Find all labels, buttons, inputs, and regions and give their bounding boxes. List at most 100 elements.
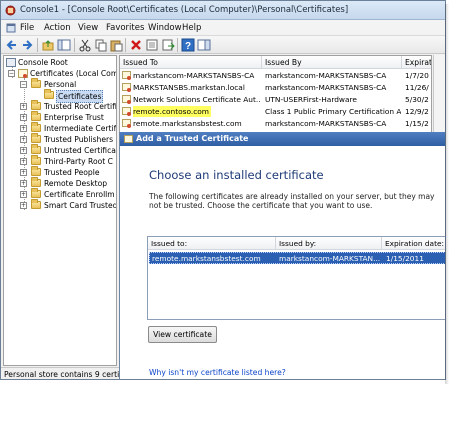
show-tree-icon[interactable]: [57, 38, 71, 52]
up-folder-icon[interactable]: [41, 38, 55, 52]
copy-icon[interactable]: [94, 38, 108, 52]
title-bar[interactable]: Console1 - [Console Root\Certificates (L…: [1, 1, 445, 20]
export-list-icon[interactable]: [161, 38, 175, 52]
folder-icon: [31, 199, 41, 209]
tree-item-personal[interactable]: − Personal: [6, 78, 116, 90]
tree-item-remote-desktop[interactable]: + Remote Desktop: [6, 177, 116, 189]
table-row[interactable]: Network Solutions Certificate Aut... UTN…: [120, 94, 431, 105]
column-issued-by[interactable]: Issued By: [262, 56, 402, 69]
table-row[interactable]: remote.markstansbstest.com markstancom-M…: [120, 118, 431, 129]
tree-item-untrusted[interactable]: + Untrusted Certifica: [6, 144, 116, 156]
menu-window[interactable]: Window: [148, 23, 182, 33]
expand-icon[interactable]: +: [20, 180, 27, 187]
installed-certificates-table: Issued to: Issued by: Expiration date: r…: [147, 236, 445, 320]
cell-issued-by: markstancom-MARKSTANSBS-CA: [265, 119, 387, 128]
tree-item-label: Enterprise Trust: [44, 113, 104, 122]
help-icon[interactable]: ?: [181, 38, 195, 52]
window-title: Console1 - [Console Root\Certificates (L…: [20, 5, 349, 15]
table-row-selected[interactable]: remote.markstansbstest.com markstancom-M…: [149, 252, 445, 264]
why-not-listed-link[interactable]: Why isn't my certificate listed here?: [149, 368, 286, 377]
expand-icon[interactable]: +: [20, 158, 27, 165]
cell-issued-by: markstancom-MARKSTANSBS-CA: [265, 83, 387, 92]
certificate-icon: [122, 83, 131, 92]
forward-icon[interactable]: [20, 38, 34, 52]
menu-favorites[interactable]: Favorites: [106, 23, 144, 33]
properties-icon[interactable]: [145, 38, 159, 52]
tree-item-personal-certificates[interactable]: Certificates: [6, 89, 116, 103]
system-menu-icon[interactable]: [6, 23, 16, 33]
column-expiration[interactable]: Expirat: [402, 56, 431, 69]
tree-item-certificate-enrollment[interactable]: + Certificate Enrollm: [6, 188, 116, 200]
table-header: Issued to: Issued by: Expiration date:: [148, 237, 445, 250]
expand-icon[interactable]: +: [20, 169, 27, 176]
table-row[interactable]: markstancom-MARKSTANSBS-CA markstancom-M…: [120, 70, 431, 81]
show-action-pane-icon[interactable]: [197, 38, 211, 52]
menu-file[interactable]: File: [20, 23, 34, 33]
tree-item-label: Certificate Enrollm: [44, 190, 115, 199]
status-text: Personal store contains 9 certificat: [4, 370, 136, 379]
tree-item-label: Remote Desktop: [44, 179, 108, 188]
column-issued-to[interactable]: Issued To: [120, 56, 262, 69]
expand-icon[interactable]: +: [20, 202, 27, 209]
expand-icon[interactable]: +: [20, 147, 27, 154]
folder-icon: [31, 144, 41, 154]
tree-item-trusted-people[interactable]: + Trusted People: [6, 166, 116, 178]
cell-issued-to: Network Solutions Certificate Aut...: [133, 95, 261, 104]
delete-icon[interactable]: [129, 38, 143, 52]
cut-icon[interactable]: [78, 38, 92, 52]
tree-item-certificates-local[interactable]: − Certificates (Local Com: [6, 68, 116, 79]
certificate-icon: [124, 135, 133, 143]
toolbar-separator: [125, 38, 126, 52]
folder-icon: [31, 111, 41, 121]
tree-item-enterprise-trust[interactable]: + Enterprise Trust: [6, 111, 116, 123]
tree-item-third-party-root[interactable]: + Third-Party Root C: [6, 155, 116, 167]
dialog-title-bar[interactable]: Add a Trusted Certificate: [120, 132, 445, 146]
collapse-icon[interactable]: −: [20, 81, 27, 88]
tree-item-label: Untrusted Certifica: [44, 146, 116, 155]
cell-issued-by: Class 1 Public Primary Certification A..…: [265, 107, 401, 116]
certificates-snapin-icon: [18, 69, 28, 78]
folder-icon: [31, 155, 41, 165]
cell-issued-to-highlighted: remote.contoso.com: [133, 106, 212, 117]
column-issued-to[interactable]: Issued to:: [148, 237, 276, 250]
collapse-icon[interactable]: −: [8, 70, 15, 77]
cell-expiration: 1/15/2: [405, 119, 429, 128]
cell-expiration: 5/30/2: [405, 95, 429, 104]
column-issued-by[interactable]: Issued by:: [276, 237, 382, 250]
table-row[interactable]: MARKSTANSBS.markstan.local markstancom-M…: [120, 82, 431, 93]
tree-item-label: Intermediate Certif: [44, 124, 117, 133]
table-row[interactable]: remote.contoso.com Class 1 Public Primar…: [120, 106, 431, 117]
tree-item-intermediate[interactable]: + Intermediate Certif: [6, 122, 117, 134]
view-certificate-button[interactable]: View certificate: [148, 326, 217, 343]
expand-icon[interactable]: +: [20, 103, 27, 110]
certificate-icon: [122, 119, 131, 128]
cell-expiration: 1/15/2011: [386, 254, 424, 263]
paste-icon[interactable]: [109, 38, 123, 52]
tree-item-smart-card-trusted[interactable]: + Smart Card Trusted: [6, 199, 116, 211]
folder-icon: [31, 122, 41, 132]
menu-view[interactable]: View: [78, 23, 98, 33]
list-header: Issued To Issued By Expirat: [120, 56, 431, 69]
menu-action[interactable]: Action: [44, 23, 71, 33]
tree-item-label: Console Root: [18, 58, 68, 67]
expand-icon[interactable]: +: [20, 125, 27, 132]
tree-item-console-root[interactable]: Console Root: [6, 57, 116, 68]
column-expiration[interactable]: Expiration date:: [382, 237, 445, 250]
tree-item-trusted-publishers[interactable]: + Trusted Publishers: [6, 133, 116, 145]
tree-item-trusted-root[interactable]: + Trusted Root Certifi: [6, 100, 116, 112]
folder-icon: [44, 89, 54, 99]
cell-issued-by: UTN-USERFirst-Hardware: [265, 95, 357, 104]
cell-issued-to: markstancom-MARKSTANSBS-CA: [133, 71, 255, 80]
back-icon[interactable]: [5, 38, 19, 52]
cell-issued-to: MARKSTANSBS.markstan.local: [133, 83, 245, 92]
expand-icon[interactable]: +: [20, 114, 27, 121]
tree-item-label: Trusted People: [44, 168, 100, 177]
folder-icon: [31, 166, 41, 176]
folder-open-icon: [31, 78, 41, 88]
toolbar-separator: [74, 38, 75, 52]
menu-help[interactable]: Help: [182, 23, 201, 33]
certificate-icon: [122, 71, 131, 80]
expand-icon[interactable]: +: [20, 136, 27, 143]
expand-icon[interactable]: +: [20, 191, 27, 198]
tree-item-label: Certificates (Local Com: [30, 69, 117, 78]
